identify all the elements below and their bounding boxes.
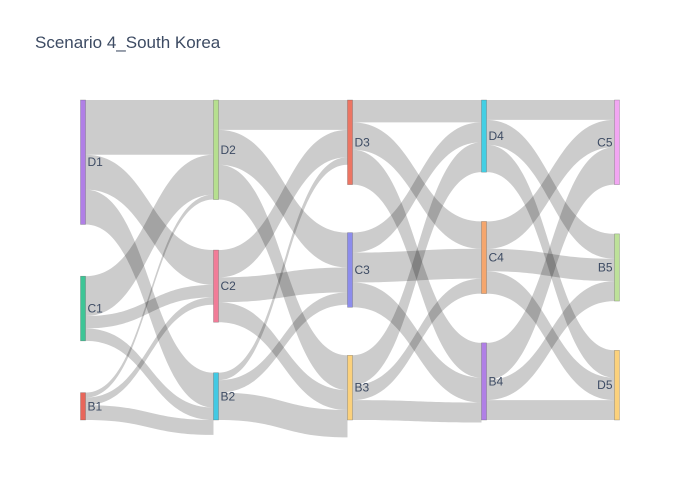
sankey-node-c3[interactable] [347,232,353,308]
sankey-node-label-d1: D1 [88,155,104,169]
sankey-node-c4[interactable] [481,221,487,294]
sankey-node-d5[interactable] [614,350,620,421]
sankey-node-label-b5: B5 [598,260,613,274]
sankey-link-d2-d3[interactable] [218,100,348,130]
sankey-node-d2[interactable] [213,99,219,200]
sankey-node-b3[interactable] [347,355,353,421]
sankey-node-c1[interactable] [80,275,86,342]
sankey-node-label-c4: C4 [489,251,505,265]
sankey-node-label-c1: C1 [88,302,104,316]
sankey-node-label-d3: D3 [355,135,371,149]
sankey-node-label-d4: D4 [489,129,505,143]
sankey-node-d1[interactable] [80,99,86,225]
sankey-chart: D1 C1 B1 D2 C2 B2 D3 C3 B3 D4 C4 B4 C5 B5 D5 [80,99,620,438]
sankey-node-label-d2: D2 [221,143,237,157]
sankey-link-d3-d4[interactable] [352,100,482,123]
sankey-node-label-c2: C2 [221,279,237,293]
sankey-node-b4[interactable] [481,342,487,421]
sankey-node-d3[interactable] [347,99,353,185]
sankey-link-d1-d2[interactable] [85,100,214,155]
sankey-node-label-c5: C5 [597,135,613,149]
sankey-node-label-b3: B3 [355,381,370,395]
sankey-node-b1[interactable] [80,392,86,421]
sankey-node-b2[interactable] [213,372,219,421]
sankey-node-label-b2: B2 [221,389,236,403]
sankey-link-b3-b4[interactable] [352,400,482,423]
sankey-node-label-b4: B4 [489,374,504,388]
sankey-node-d4[interactable] [481,99,487,173]
sankey-link-b4-d5[interactable] [486,400,615,420]
sankey-node-c5[interactable] [614,99,620,185]
sankey-node-label-b1: B1 [88,399,103,413]
sankey-node-c2[interactable] [213,249,219,323]
sankey-node-label-c3: C3 [355,263,371,277]
sankey-node-b5[interactable] [614,233,620,302]
sankey-node-label-d5: D5 [597,378,613,392]
sankey-link-d4-c5[interactable] [486,100,615,120]
